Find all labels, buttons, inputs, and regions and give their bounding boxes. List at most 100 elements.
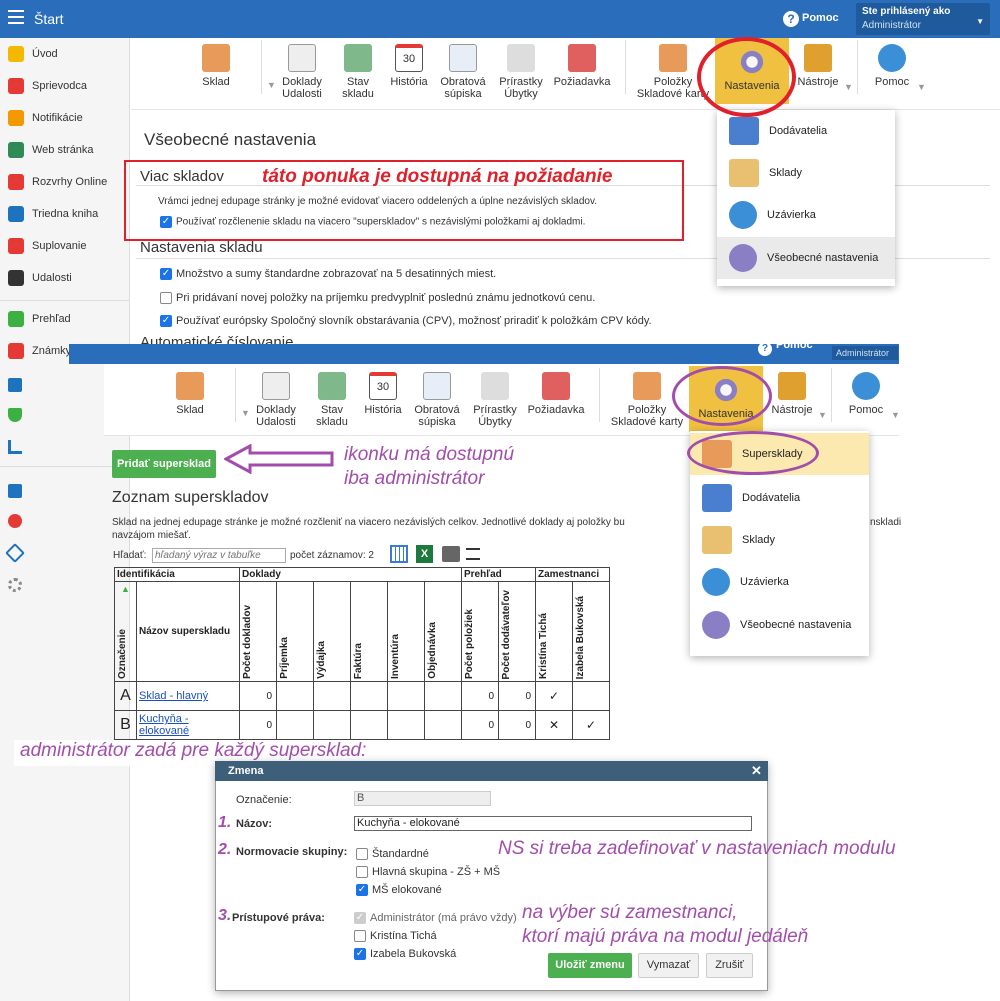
sidebar-item[interactable]: Sprievodca (0, 70, 130, 102)
norm-option[interactable]: Hlavná skupina - ZŠ + MŠ (356, 866, 500, 879)
list-icon[interactable] (466, 548, 480, 560)
checkbox[interactable]: ✓ (356, 884, 368, 897)
cell-employee[interactable]: ✓ (535, 681, 573, 711)
checkbox[interactable] (160, 292, 172, 305)
doklady-tool[interactable]: Doklady Udalosti (251, 372, 301, 428)
menu-item[interactable]: Dodávatelia (690, 477, 869, 519)
checkbox[interactable]: ✓ (160, 315, 172, 328)
column-header[interactable]: ▲ Označenie (114, 581, 137, 682)
menu-item[interactable]: Všeobecné nastavenia (717, 237, 895, 279)
nastroje-tool[interactable]: Nástroje (793, 44, 843, 100)
table-row[interactable]: B Kuchyňa - elokované 0 0 0 ✕ ✓ (114, 710, 610, 740)
table-row[interactable]: A Sklad - hlavný 0 0 0 ✓ (114, 681, 610, 711)
checkbox[interactable]: ✓ (354, 948, 366, 961)
chevron-down-icon[interactable]: ▼ (891, 410, 900, 420)
sidebar-item[interactable]: Suplovanie (0, 230, 130, 262)
sidebar-item[interactable]: Prehľad (0, 303, 130, 335)
app-title[interactable]: Štart (34, 11, 64, 27)
sidebar-item[interactable]: Úvod (0, 38, 130, 70)
menu-icon[interactable] (8, 10, 24, 24)
help-link[interactable]: Pomoc (802, 12, 839, 24)
norm-option[interactable]: ✓ MŠ elokované (356, 884, 442, 897)
obratova-tool[interactable]: Obratová súpiska (435, 44, 491, 100)
prist-option[interactable]: Kristína Tichá (354, 930, 437, 943)
excel-icon[interactable]: X (416, 545, 433, 563)
prist-option[interactable]: ✓ Izabela Bukovská (354, 948, 456, 961)
save-button[interactable]: Uložiť zmenu (548, 953, 632, 978)
nastroje-tool[interactable]: Nástroje (767, 372, 817, 428)
column-header[interactable]: Faktúra (350, 581, 388, 682)
help-icon[interactable]: ? (783, 11, 799, 27)
user-box[interactable]: Ste prihlásený ako Administrátor ▼ (856, 3, 990, 35)
checkbox[interactable] (354, 930, 366, 943)
oznacenie-field[interactable]: B (354, 791, 491, 806)
stav-skladu-tool[interactable]: Stav skladu (336, 44, 380, 100)
sidebar-item[interactable]: Rozvrhy Online (0, 166, 130, 198)
menu-item[interactable]: Sklady (690, 519, 869, 561)
cell-employee[interactable]: ✓ (572, 710, 610, 740)
chevron-down-icon[interactable]: ▼ (844, 82, 853, 92)
help-icon[interactable]: ? (758, 340, 772, 356)
menu-item[interactable]: Všeobecné nastavenia (690, 604, 869, 646)
cancel-button[interactable]: Zrušiť (706, 953, 753, 978)
checkbox[interactable]: ✓ (160, 268, 172, 281)
chevron-down-icon[interactable]: ▼ (917, 82, 926, 92)
cell-employee[interactable] (572, 681, 610, 711)
sklad-tool[interactable]: Sklad (191, 44, 241, 100)
cell-employee[interactable]: ✕ (535, 710, 573, 740)
poziadavka-tool[interactable]: Požiadavka (551, 44, 613, 100)
supersklad-link[interactable]: Sklad - hlavný (139, 690, 208, 702)
option-1[interactable]: ✓ Množstvo a sumy štandardne zobrazovať n… (160, 268, 496, 281)
user-role[interactable]: Administrátor (832, 346, 898, 360)
delete-button[interactable]: Vymazať (638, 953, 699, 978)
prirastky-tool[interactable]: Prírastky Úbytky (497, 44, 545, 100)
close-icon[interactable]: ✕ (751, 763, 762, 779)
column-header[interactable]: Počet dodávateľov (498, 581, 536, 682)
column-header[interactable]: Kristína Tichá (535, 581, 573, 682)
menu-item[interactable]: Uzávierka (690, 561, 869, 603)
sidebar-item[interactable]: Triedna kniha (0, 198, 130, 230)
norm-option[interactable]: Štandardné (356, 848, 429, 861)
column-header[interactable]: Objednávka (424, 581, 462, 682)
chevron-down-icon[interactable]: ▼ (267, 80, 276, 90)
sklad-tool[interactable]: Sklad (165, 372, 215, 428)
obratova-tool[interactable]: Obratová súpiska (409, 372, 465, 428)
column-header[interactable]: Počet dokladov (239, 581, 277, 682)
column-header[interactable]: Výdajka (313, 581, 351, 682)
option-3[interactable]: ✓ Používať európsky Spoločný slovník obst… (160, 315, 652, 328)
column-header[interactable]: Izabela Bukovská (572, 581, 610, 682)
chevron-down-icon[interactable]: ▼ (241, 408, 250, 418)
doklady-tool[interactable]: Doklady Udalosti (277, 44, 327, 100)
columns-icon[interactable] (390, 545, 408, 563)
shield-icon[interactable] (8, 408, 22, 422)
briefcase-icon[interactable] (8, 378, 22, 392)
search-input[interactable] (152, 548, 286, 563)
book-icon[interactable] (8, 484, 22, 498)
nazov-field[interactable]: Kuchyňa - elokované (354, 816, 752, 831)
add-supersklad-button[interactable]: Pridať supersklad (112, 450, 216, 478)
prirastky-tool[interactable]: Prírastky Úbytky (471, 372, 519, 428)
column-header[interactable]: Príjemka (276, 581, 314, 682)
help-link[interactable]: Pomoc (776, 339, 813, 351)
pomoc-tool[interactable]: Pomoc (867, 44, 917, 100)
print-icon[interactable] (442, 546, 460, 562)
chat-icon[interactable] (8, 514, 22, 528)
menu-item[interactable]: Sklady (717, 152, 895, 194)
checkbox[interactable] (356, 866, 368, 879)
column-header[interactable]: Inventúra (387, 581, 425, 682)
sidebar-item[interactable]: Notifikácie (0, 102, 130, 134)
menu-item[interactable]: Uzávierka (717, 194, 895, 236)
supersklad-link[interactable]: Kuchyňa - elokované (139, 713, 189, 737)
option-2[interactable]: Pri pridávaní novej položky na príjemku … (160, 292, 595, 305)
sidebar-item[interactable]: Web stránka (0, 134, 130, 166)
stav-skladu-tool[interactable]: Stav skladu (310, 372, 354, 428)
column-header[interactable]: Počet položiek (461, 581, 499, 682)
historia-tool[interactable]: 30 História (361, 372, 405, 428)
column-header[interactable]: Názov superskladu (136, 581, 240, 682)
chart-icon[interactable] (8, 440, 22, 454)
historia-tool[interactable]: 30 História (387, 44, 431, 100)
checkbox[interactable] (356, 848, 368, 861)
pomoc-tool[interactable]: Pomoc (841, 372, 891, 428)
sidebar-item[interactable]: Udalosti (0, 262, 130, 294)
poziadavka-tool[interactable]: Požiadavka (525, 372, 587, 428)
